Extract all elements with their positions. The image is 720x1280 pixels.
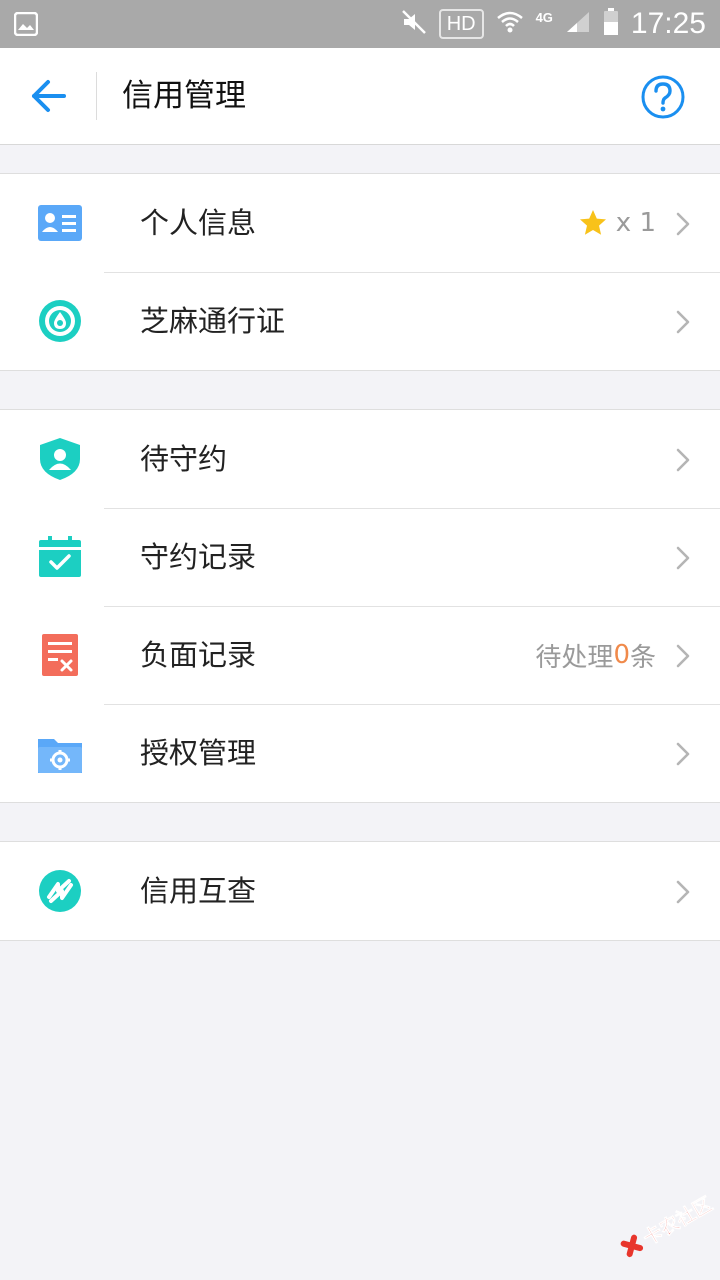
- menu-item-negative-records[interactable]: 负面记录 待处理 0 条: [0, 606, 720, 704]
- menu-item-pending-commitments[interactable]: 待守约: [0, 410, 720, 508]
- status-time: 17:25: [630, 7, 706, 40]
- calendar-check-icon: [36, 535, 84, 579]
- nav-bar: 信用管理: [0, 48, 720, 145]
- negative-record-icon: [36, 633, 84, 677]
- help-icon: [641, 75, 685, 119]
- status-bar: HD 4G 17:25: [0, 0, 720, 48]
- nav-divider: [96, 72, 97, 120]
- pending-count: 待处理 0 条: [535, 606, 656, 704]
- network-type: 4G: [535, 9, 553, 25]
- page-title: 信用管理: [122, 78, 246, 114]
- battery-icon: [603, 8, 619, 40]
- pending-prefix: 待处理: [535, 642, 614, 673]
- menu-item-label: 授权管理: [140, 736, 257, 770]
- menu-item-personal-info[interactable]: 个人信息 x 1: [0, 174, 720, 272]
- chevron-right-icon: [676, 644, 690, 668]
- chevron-right-icon: [676, 448, 690, 472]
- credit-check-icon: [36, 869, 84, 913]
- section-mutual-check: 信用互查: [0, 841, 720, 941]
- chevron-right-icon: [676, 310, 690, 334]
- menu-item-label: 芝麻通行证: [140, 304, 286, 338]
- id-card-icon: [36, 201, 84, 245]
- menu-item-sesame-pass[interactable]: 芝麻通行证: [0, 272, 720, 370]
- wifi-icon: [496, 10, 524, 38]
- badge-count: x 1: [578, 174, 656, 272]
- svg-text:卡农社区: 卡农社区: [639, 1192, 716, 1250]
- watermark-logo: 卡农社区: [614, 1180, 718, 1270]
- menu-item-label: 负面记录: [140, 638, 257, 672]
- menu-item-commitment-records[interactable]: 守约记录: [0, 508, 720, 606]
- pending-count-number: 0: [613, 640, 630, 670]
- mute-icon: [401, 9, 427, 39]
- folder-gear-icon: [36, 731, 84, 775]
- pending-suffix: 条: [629, 642, 656, 673]
- sesame-pass-icon: [36, 299, 84, 343]
- menu-item-credit-mutual-check[interactable]: 信用互查: [0, 842, 720, 940]
- menu-item-label: 守约记录: [140, 540, 257, 574]
- menu-item-label: 个人信息: [140, 206, 257, 240]
- badge-count-text: x 1: [615, 208, 656, 238]
- back-button[interactable]: [28, 76, 68, 116]
- section-records: 待守约 守约记录 负面记录 待处理 0 条 授权管理: [0, 409, 720, 803]
- back-arrow-icon: [32, 80, 66, 112]
- chevron-right-icon: [676, 742, 690, 766]
- hd-badge: HD: [438, 9, 484, 39]
- chevron-right-icon: [676, 546, 690, 570]
- gallery-notification-icon: [13, 11, 39, 40]
- section-profile: 个人信息 x 1 芝麻通行证: [0, 173, 720, 371]
- signal-icon: [565, 10, 591, 38]
- menu-item-authorization[interactable]: 授权管理: [0, 704, 720, 802]
- help-button[interactable]: [640, 74, 686, 120]
- menu-item-label: 信用互查: [140, 874, 257, 908]
- chevron-right-icon: [676, 212, 690, 236]
- star-icon: [579, 210, 606, 235]
- shield-user-icon: [36, 437, 84, 481]
- chevron-right-icon: [676, 880, 690, 904]
- menu-item-label: 待守约: [140, 442, 228, 476]
